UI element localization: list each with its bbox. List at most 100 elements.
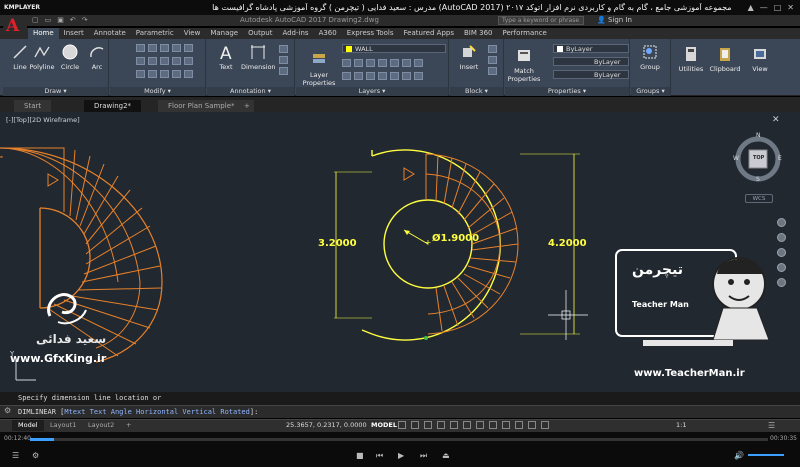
open-file-icon[interactable]: ▭ — [45, 16, 52, 24]
ortho-toggle-icon[interactable] — [424, 421, 432, 429]
minimize-button[interactable]: — — [760, 3, 768, 12]
dimension-tool[interactable]: Dimension — [241, 43, 276, 71]
showmotion-icon[interactable] — [776, 278, 786, 287]
layer-properties-tool[interactable]: Layer Properties — [300, 51, 338, 87]
tab-a360[interactable]: A360 — [314, 28, 342, 39]
erase-icon[interactable] — [172, 44, 181, 52]
viewcube-east[interactable]: E — [778, 155, 782, 162]
markup-icon[interactable] — [279, 67, 288, 75]
tab-express-tools[interactable]: Express Tools — [342, 28, 399, 39]
new-doc-tab-button[interactable]: + — [240, 100, 254, 112]
osnap-toggle-icon[interactable] — [463, 421, 471, 429]
layer-isolate-icon[interactable] — [378, 59, 387, 67]
maximize-button[interactable]: □ — [774, 3, 782, 12]
fillet-icon[interactable] — [160, 57, 169, 65]
layer-copy-icon[interactable] — [402, 72, 411, 80]
layer-freeze-icon[interactable] — [354, 59, 363, 67]
close-button[interactable]: ✕ — [787, 3, 794, 12]
layout-tab-model[interactable]: Model — [12, 420, 44, 431]
viewcube-west[interactable]: W — [733, 155, 739, 162]
match-properties-tool[interactable]: Match Properties — [507, 47, 541, 83]
explode-icon[interactable] — [184, 44, 193, 52]
layer-merge-icon[interactable] — [414, 72, 423, 80]
clipboard-tool[interactable]: Clipboard — [708, 45, 742, 73]
play-button[interactable]: ▶ — [398, 451, 404, 460]
copy-icon[interactable] — [136, 57, 145, 65]
eject-button[interactable]: ⏏ — [442, 451, 450, 460]
snap-toggle-icon[interactable] — [411, 421, 419, 429]
layer-off-icon[interactable] — [342, 72, 351, 80]
save-icon[interactable]: ▣ — [57, 16, 64, 24]
option-rotated[interactable]: Rotated — [220, 408, 250, 416]
undo-icon[interactable]: ↶ — [70, 16, 76, 24]
groups-panel-title[interactable]: Groups ▾ — [631, 87, 670, 96]
chamfer-icon[interactable] — [184, 70, 193, 78]
rotate-icon[interactable] — [148, 44, 157, 52]
circle-tool[interactable]: Circle — [55, 43, 85, 71]
volume-icon[interactable]: 🔊 — [734, 451, 744, 460]
linetype-dropdown[interactable]: ByLayer — [553, 57, 629, 66]
orbit-icon[interactable] — [776, 263, 786, 272]
insert-tool[interactable]: Insert — [454, 43, 484, 71]
tab-add-ins[interactable]: Add-ins — [277, 28, 313, 39]
layer-unlock-icon[interactable] — [366, 72, 375, 80]
layout-tab-layout2[interactable]: Layout2 — [82, 420, 120, 431]
search-input[interactable]: Type a keyword or phrase — [498, 16, 584, 25]
grid-toggle-icon[interactable] — [398, 421, 406, 429]
wcs-menu[interactable]: WCS — [745, 194, 773, 203]
dimension-text-left[interactable]: 3.2000 — [318, 238, 357, 249]
seek-bar[interactable] — [30, 438, 768, 441]
doc-tab-drawing2[interactable]: Drawing2* — [84, 100, 142, 112]
draw-panel-title[interactable]: Draw ▾ — [3, 87, 108, 96]
create-block-icon[interactable] — [488, 45, 497, 53]
isodraft-icon[interactable] — [450, 421, 458, 429]
tab-performance[interactable]: Performance — [497, 28, 551, 39]
array-icon[interactable] — [160, 70, 169, 78]
zoom-icon[interactable] — [776, 248, 786, 257]
leader-icon[interactable] — [279, 45, 288, 53]
selection-cycling-icon[interactable] — [515, 421, 523, 429]
annotation-panel-title[interactable]: Annotation ▾ — [207, 87, 294, 96]
steering-wheel-icon[interactable] — [776, 218, 786, 227]
text-tool[interactable]: A Text — [211, 43, 241, 71]
color-dropdown[interactable]: ByLayer — [553, 44, 629, 53]
tab-featured-apps[interactable]: Featured Apps — [399, 28, 459, 39]
stretch-icon[interactable] — [136, 70, 145, 78]
offset-icon[interactable] — [172, 57, 181, 65]
command-line[interactable]: DIMLINEAR [Mtext Text Angle Horizontal V… — [0, 405, 800, 418]
layer-dropdown[interactable]: WALL — [342, 44, 446, 53]
new-layout-button[interactable]: + — [120, 420, 137, 431]
properties-panel-title[interactable]: Properties ▾ — [505, 87, 629, 96]
application-menu-button[interactable]: A — [3, 15, 27, 39]
lineweight-toggle-icon[interactable] — [489, 421, 497, 429]
tab-annotate[interactable]: Annotate — [89, 28, 131, 39]
doc-tab-floor-plan[interactable]: Floor Plan Sample* — [158, 100, 245, 112]
tab-output[interactable]: Output — [243, 28, 277, 39]
autoscale-icon[interactable] — [541, 421, 549, 429]
block-panel-title[interactable]: Block ▾ — [450, 87, 503, 96]
block-attribute-icon[interactable] — [488, 67, 497, 75]
settings-icon[interactable]: ⚙ — [32, 451, 39, 460]
layer-lock-icon[interactable] — [366, 59, 375, 67]
otrack-toggle-icon[interactable] — [476, 421, 484, 429]
pin-icon[interactable]: ▲ — [748, 3, 754, 12]
annotation-visibility-icon[interactable] — [528, 421, 536, 429]
playlist-icon[interactable]: ☰ — [12, 451, 19, 460]
annotation-scale[interactable]: 1:1 — [676, 421, 686, 429]
polar-toggle-icon[interactable] — [437, 421, 445, 429]
layer-on-icon[interactable] — [342, 59, 351, 67]
layer-unisolate-icon[interactable] — [378, 72, 387, 80]
utilities-tool[interactable]: Utilities — [676, 45, 706, 73]
tab-manage[interactable]: Manage — [205, 28, 243, 39]
viewcube-north[interactable]: N — [756, 132, 761, 139]
dimension-text-right[interactable]: 4.2000 — [548, 238, 587, 249]
layer-thaw-icon[interactable] — [354, 72, 363, 80]
tab-home[interactable]: Home — [28, 28, 59, 39]
layout-tab-layout1[interactable]: Layout1 — [44, 420, 82, 431]
doc-tab-start[interactable]: Start — [14, 100, 52, 112]
model-space-button[interactable]: MODEL — [371, 421, 397, 429]
layer-previous-icon[interactable] — [402, 59, 411, 67]
customization-menu-icon[interactable]: ☰ — [768, 421, 775, 430]
viewcube-top-face[interactable]: TOP — [753, 155, 764, 161]
stop-button[interactable]: ■ — [356, 451, 364, 460]
